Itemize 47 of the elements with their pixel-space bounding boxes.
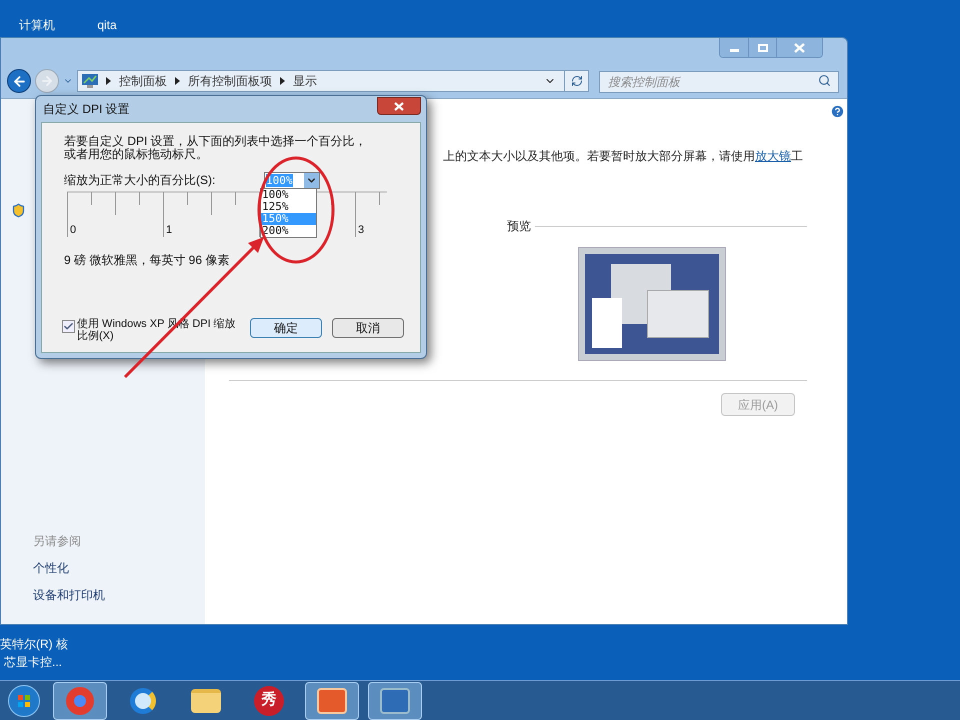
close-button[interactable] <box>377 97 421 115</box>
desktop-icon-label[interactable]: 计算机 <box>14 19 60 31</box>
refresh-icon <box>570 75 582 87</box>
sidebar-link[interactable]: 个性化 <box>33 559 205 577</box>
xp-checkbox[interactable] <box>62 320 75 333</box>
presentation-taskbar-icon[interactable] <box>305 682 359 720</box>
magnifier-link[interactable]: 放大镜 <box>755 149 791 163</box>
browser-taskbar-icon[interactable] <box>53 682 107 720</box>
ruler-label: 0 <box>70 223 76 238</box>
address-bar[interactable]: 控制面板 所有控制面板项 显示 <box>77 70 589 92</box>
breadcrumb-arrow-icon <box>106 77 111 85</box>
app-taskbar-icon[interactable]: 秀 <box>242 682 296 720</box>
dialog-title: 自定义 DPI 设置 <box>42 101 130 118</box>
see-also-heading: 另请参阅 <box>33 533 82 550</box>
apply-button: 应用(A) <box>721 393 795 416</box>
close-icon <box>394 102 404 110</box>
search-field[interactable]: 搜索控制面板 <box>599 71 839 93</box>
breadcrumb[interactable]: 所有控制面板项 <box>188 72 272 90</box>
badge-text: 秀 <box>254 686 284 716</box>
back-button[interactable] <box>7 69 31 93</box>
dialog-button[interactable]: 取消 <box>332 318 404 338</box>
breadcrumb-arrow-icon <box>175 77 180 85</box>
description-text: 上的文本大小以及其他项。若要暂时放大部分屏幕，请使用放大镜工 <box>443 148 804 165</box>
scale-label: 缩放为正常大小的百分比(S): <box>64 172 216 189</box>
ruler-label: 1 <box>166 223 172 238</box>
close-icon <box>794 42 805 52</box>
search-icon <box>818 74 831 87</box>
control-panel-taskbar-icon[interactable] <box>368 682 422 720</box>
font-info-text: 9 磅 微软雅黑，每英寸 96 像素 <box>64 252 230 269</box>
list-option[interactable]: 125% <box>261 201 316 213</box>
desktop-icon-label[interactable]: qita <box>84 19 130 31</box>
list-option[interactable]: 100% <box>261 189 316 201</box>
breadcrumb[interactable]: 控制面板 <box>119 72 167 90</box>
desktop-icon-label[interactable]: 英特尔(R) 核 <box>0 634 960 652</box>
desktop-icon-label[interactable]: 芯显卡控... <box>0 652 960 670</box>
preview-label: 预览 <box>507 218 531 235</box>
shield-icon <box>11 203 26 218</box>
breadcrumb-arrow-icon <box>280 77 285 85</box>
control-panel-icon <box>82 74 98 88</box>
forward-arrow-icon <box>40 74 54 88</box>
ruler-label: 3 <box>358 223 364 238</box>
breadcrumb[interactable]: 显示 <box>293 72 317 90</box>
instruction-text: 若要自定义 DPI 设置，从下面的列表中选择一个百分比，或者用您的鼠标拖动标尺。 <box>64 135 368 161</box>
dialog-button[interactable]: 确定 <box>250 318 322 338</box>
sidebar-link[interactable]: 设备和打印机 <box>33 586 205 604</box>
maximize-button[interactable] <box>748 38 776 57</box>
minimize-button[interactable] <box>720 38 748 57</box>
